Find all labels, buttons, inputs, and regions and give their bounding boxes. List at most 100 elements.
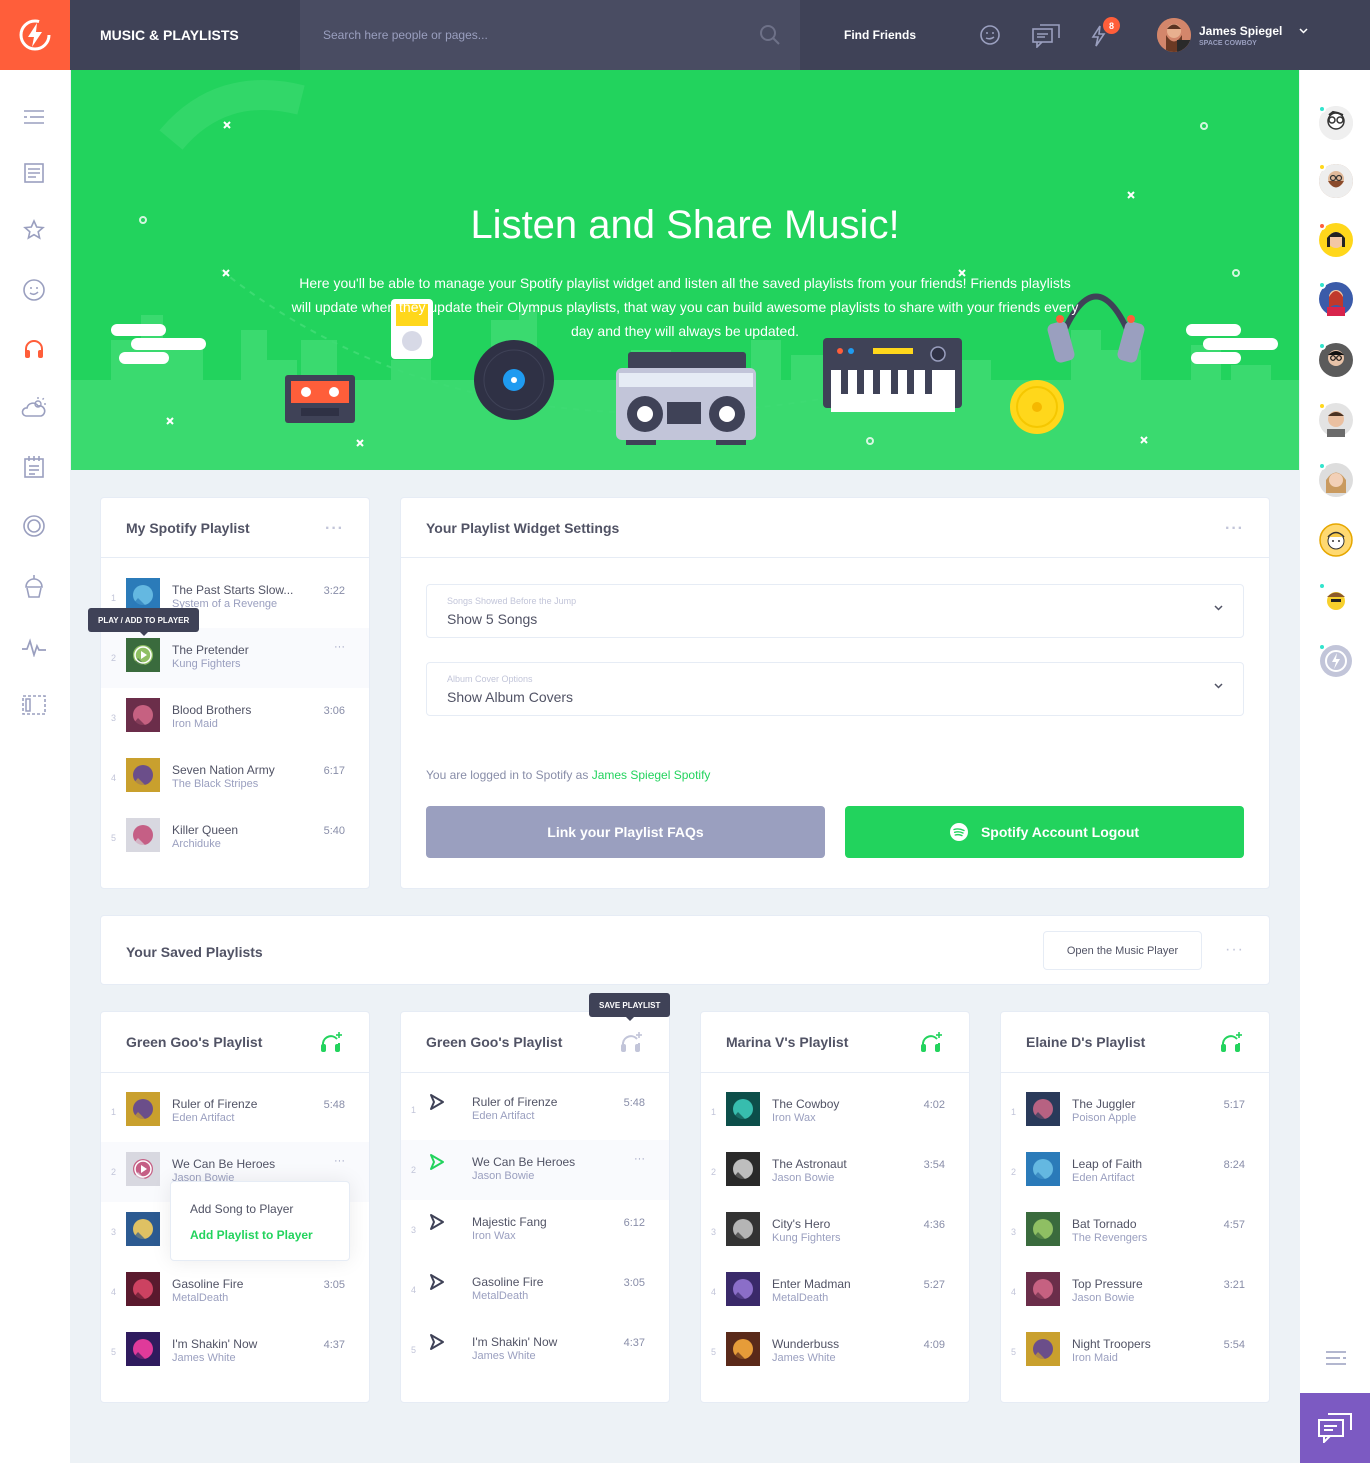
search-icon[interactable] <box>758 23 782 47</box>
play-icon[interactable] <box>429 1273 445 1296</box>
friend-avatar[interactable] <box>1318 582 1353 617</box>
play-icon[interactable] <box>429 1093 445 1116</box>
headphones-icon[interactable] <box>920 1031 944 1056</box>
find-friends-link[interactable]: Find Friends <box>820 0 940 70</box>
more-options-icon[interactable]: ··· <box>334 641 345 653</box>
star-icon[interactable] <box>21 217 47 243</box>
user-menu[interactable]: James Spiegel SPACE COWBOY <box>1157 18 1308 52</box>
play-icon[interactable] <box>134 1160 152 1183</box>
track-row[interactable]: 1 Ruler of Firenze Eden Artifact 5:48 <box>101 1082 369 1142</box>
chat-button[interactable] <box>1300 1393 1370 1463</box>
manage-widgets-icon[interactable] <box>21 692 47 718</box>
track-row[interactable]: 2 The Pretender Kung Fighters ··· <box>101 628 369 688</box>
album-cover[interactable] <box>126 758 160 792</box>
album-cover[interactable] <box>726 1092 760 1126</box>
track-row[interactable]: 3 Blood Brothers Iron Maid 3:06 <box>101 688 369 748</box>
more-options-icon[interactable]: ··· <box>1225 520 1244 538</box>
headphones-icon[interactable] <box>21 336 47 362</box>
album-cover[interactable] <box>126 1212 160 1246</box>
logo[interactable] <box>0 0 70 70</box>
play-icon[interactable] <box>134 646 152 669</box>
friend-requests-icon[interactable] <box>979 24 1001 46</box>
add-playlist-option[interactable]: Add Playlist to Player <box>190 1228 313 1242</box>
album-cover[interactable] <box>126 1092 160 1126</box>
album-cover[interactable] <box>126 698 160 732</box>
menu-icon[interactable] <box>1326 1350 1346 1366</box>
track-title: Enter Madman <box>772 1277 851 1291</box>
headphones-icon[interactable] <box>620 1031 644 1056</box>
menu-icon[interactable] <box>21 104 47 130</box>
track-row[interactable]: 3 City's Hero Kung Fighters 4:36 <box>701 1202 969 1262</box>
messages-icon[interactable] <box>1032 24 1060 48</box>
more-options-icon[interactable]: ··· <box>325 520 344 538</box>
album-cover[interactable] <box>1026 1092 1060 1126</box>
album-cover[interactable] <box>1026 1152 1060 1186</box>
open-music-player-button[interactable]: Open the Music Player <box>1043 931 1202 970</box>
track-row[interactable]: 4 Gasoline Fire MetalDeath 3:05 <box>401 1260 669 1320</box>
track-row[interactable]: 4 Top Pressure Jason Bowie 3:21 <box>1001 1262 1269 1322</box>
album-cover[interactable] <box>1026 1272 1060 1306</box>
songs-before-jump-select[interactable]: Songs Showed Before the Jump Show 5 Song… <box>426 584 1244 638</box>
headphones-icon[interactable] <box>1220 1031 1244 1056</box>
friend-avatar[interactable] <box>1318 281 1353 316</box>
spotify-user-link[interactable]: James Spiegel Spotify <box>592 768 711 782</box>
track-row[interactable]: 4 Seven Nation Army The Black Stripes 6:17 <box>101 748 369 808</box>
track-row[interactable]: 5 Night Troopers Iron Maid 5:54 <box>1001 1322 1269 1382</box>
album-cover[interactable] <box>1026 1212 1060 1246</box>
track-row[interactable]: 5 Wunderbuss James White 4:09 <box>701 1322 969 1382</box>
track-row[interactable]: 5 I'm Shakin' Now James White 4:37 <box>401 1320 669 1380</box>
friend-avatar[interactable] <box>1318 643 1353 678</box>
album-cover[interactable] <box>726 1332 760 1366</box>
track-row[interactable]: 3 Bat Tornado The Revengers 4:57 <box>1001 1202 1269 1262</box>
select-value: Show Album Covers <box>447 689 574 705</box>
album-cover[interactable] <box>126 578 160 612</box>
friend-avatar[interactable] <box>1318 105 1353 140</box>
play-icon[interactable] <box>429 1153 445 1176</box>
badges-icon[interactable] <box>21 513 47 539</box>
album-cover[interactable] <box>126 1272 160 1306</box>
more-options-icon[interactable]: ··· <box>334 1155 345 1167</box>
happy-faces-icon[interactable] <box>21 277 47 303</box>
track-row[interactable]: 1 The Cowboy Iron Wax 4:02 <box>701 1082 969 1142</box>
friend-avatar[interactable] <box>1318 402 1353 437</box>
album-cover[interactable] <box>726 1272 760 1306</box>
newsfeed-icon[interactable] <box>21 160 47 186</box>
friend-avatar[interactable] <box>1318 342 1353 377</box>
track-row[interactable]: 2 The Astronaut Jason Bowie 3:54 <box>701 1142 969 1202</box>
friend-avatar[interactable] <box>1318 462 1353 497</box>
add-song-option[interactable]: Add Song to Player <box>190 1202 293 1216</box>
album-cover[interactable] <box>726 1212 760 1246</box>
track-row[interactable]: 4 Gasoline Fire MetalDeath 3:05 <box>101 1262 369 1322</box>
link-playlist-faqs-button[interactable]: Link your Playlist FAQs <box>426 806 825 858</box>
friend-avatar[interactable] <box>1318 163 1353 198</box>
track-duration: 6:17 <box>323 765 345 777</box>
track-row[interactable]: 4 Enter Madman MetalDeath 5:27 <box>701 1262 969 1322</box>
album-cover[interactable] <box>1026 1332 1060 1366</box>
album-cover[interactable] <box>726 1152 760 1186</box>
album-cover[interactable] <box>126 818 160 852</box>
more-options-icon[interactable]: ··· <box>634 1153 645 1165</box>
album-cover[interactable] <box>126 1332 160 1366</box>
spotify-logout-button[interactable]: Spotify Account Logout <box>845 806 1244 858</box>
friend-avatar[interactable] <box>1319 523 1353 557</box>
cupcake-icon[interactable] <box>21 574 47 600</box>
track-row[interactable]: 1 The Juggler Poison Apple 5:17 <box>1001 1082 1269 1142</box>
play-icon[interactable] <box>429 1333 445 1356</box>
album-cover-select[interactable]: Album Cover Options Show Album Covers <box>426 662 1244 716</box>
headphones-icon[interactable] <box>320 1031 344 1056</box>
stats-icon[interactable] <box>21 634 47 660</box>
track-row[interactable]: 2 We Can Be Heroes Jason Bowie ··· <box>401 1140 669 1200</box>
calendar-icon[interactable] <box>21 454 47 480</box>
more-options-icon[interactable]: ··· <box>1225 941 1244 959</box>
track-row[interactable]: 2 Leap of Faith Eden Artifact 8:24 <box>1001 1142 1269 1202</box>
friend-avatar[interactable] <box>1318 222 1353 257</box>
select-value: Show 5 Songs <box>447 611 538 627</box>
track-row[interactable]: 3 Majestic Fang Iron Wax 6:12 <box>401 1200 669 1260</box>
search-input[interactable] <box>300 0 800 70</box>
track-number: 3 <box>411 1225 417 1235</box>
track-row[interactable]: 5 Killer Queen Archiduke 5:40 <box>101 808 369 868</box>
track-row[interactable]: 1 Ruler of Firenze Eden Artifact 5:48 <box>401 1080 669 1140</box>
track-row[interactable]: 5 I'm Shakin' Now James White 4:37 <box>101 1322 369 1382</box>
play-icon[interactable] <box>429 1213 445 1236</box>
weather-icon[interactable] <box>21 395 47 421</box>
